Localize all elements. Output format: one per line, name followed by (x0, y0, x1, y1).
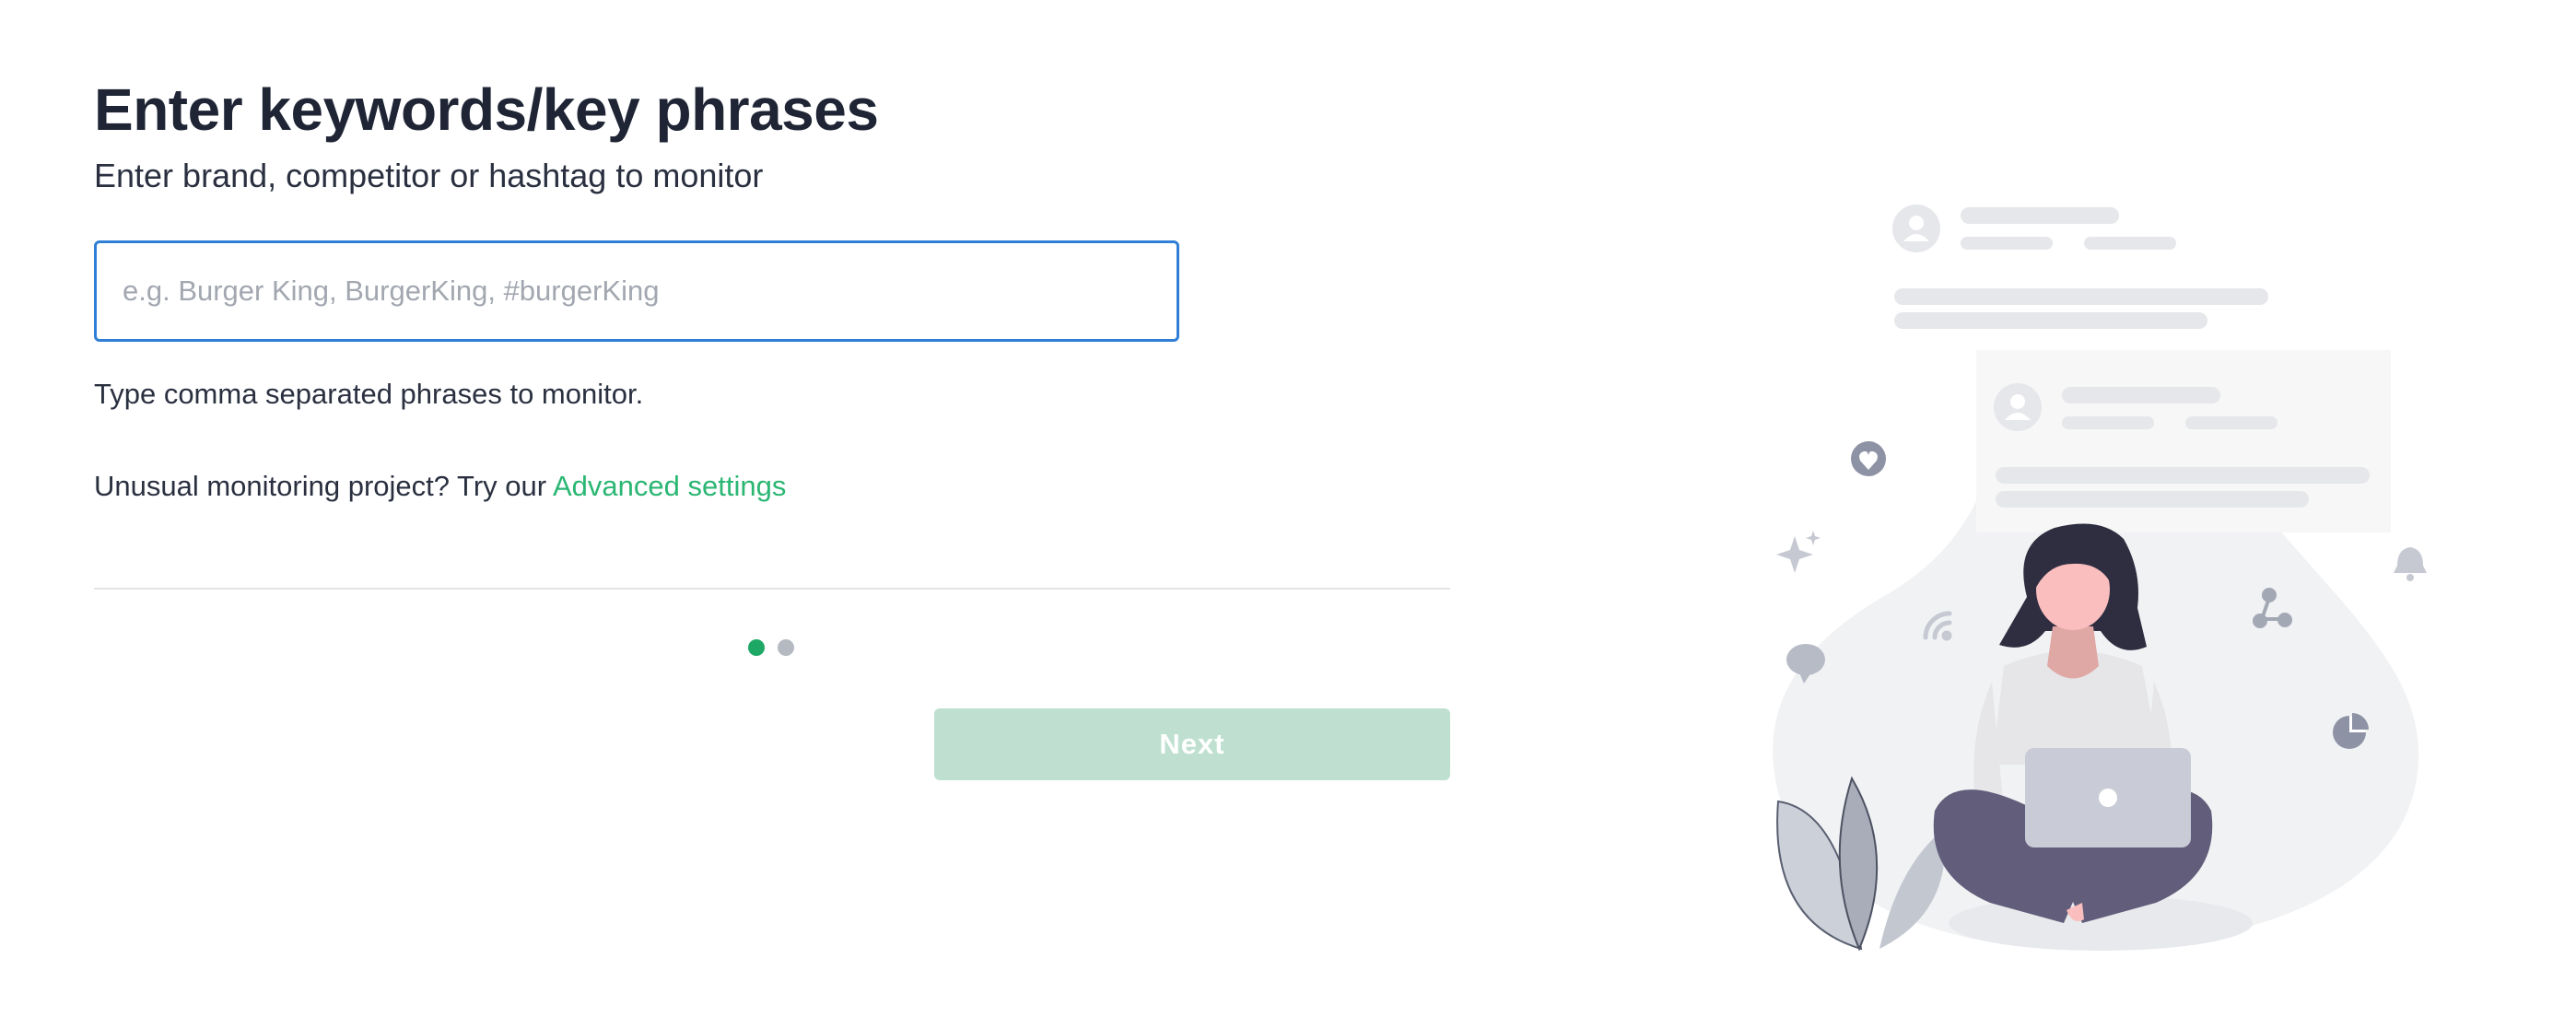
advanced-prefix-text: Unusual monitoring project? Try our (94, 470, 547, 502)
bell-icon (2394, 547, 2427, 581)
profile-card-top (1892, 205, 2268, 329)
keywords-input[interactable] (94, 240, 1179, 342)
step-dot-1 (748, 639, 765, 656)
advanced-settings-link[interactable]: Advanced settings (553, 470, 786, 502)
advanced-settings-line: Unusual monitoring project? Try our Adva… (94, 470, 786, 503)
laptop-icon (2025, 748, 2191, 848)
heart-bubble-icon (1851, 441, 1886, 476)
step-dot-2 (778, 639, 794, 656)
divider (94, 588, 1450, 590)
page-title: Enter keywords/key phrases (94, 76, 879, 143)
sparkles-icon (1776, 531, 1821, 573)
step-indicator (748, 639, 794, 656)
profile-card-second (1976, 350, 2391, 532)
next-button[interactable]: Next (934, 708, 1450, 780)
input-hint: Type comma separated phrases to monitor. (94, 378, 644, 410)
woman-with-laptop-illustration (1773, 205, 2427, 952)
page-subtitle: Enter brand, competitor or hashtag to mo… (94, 157, 764, 194)
